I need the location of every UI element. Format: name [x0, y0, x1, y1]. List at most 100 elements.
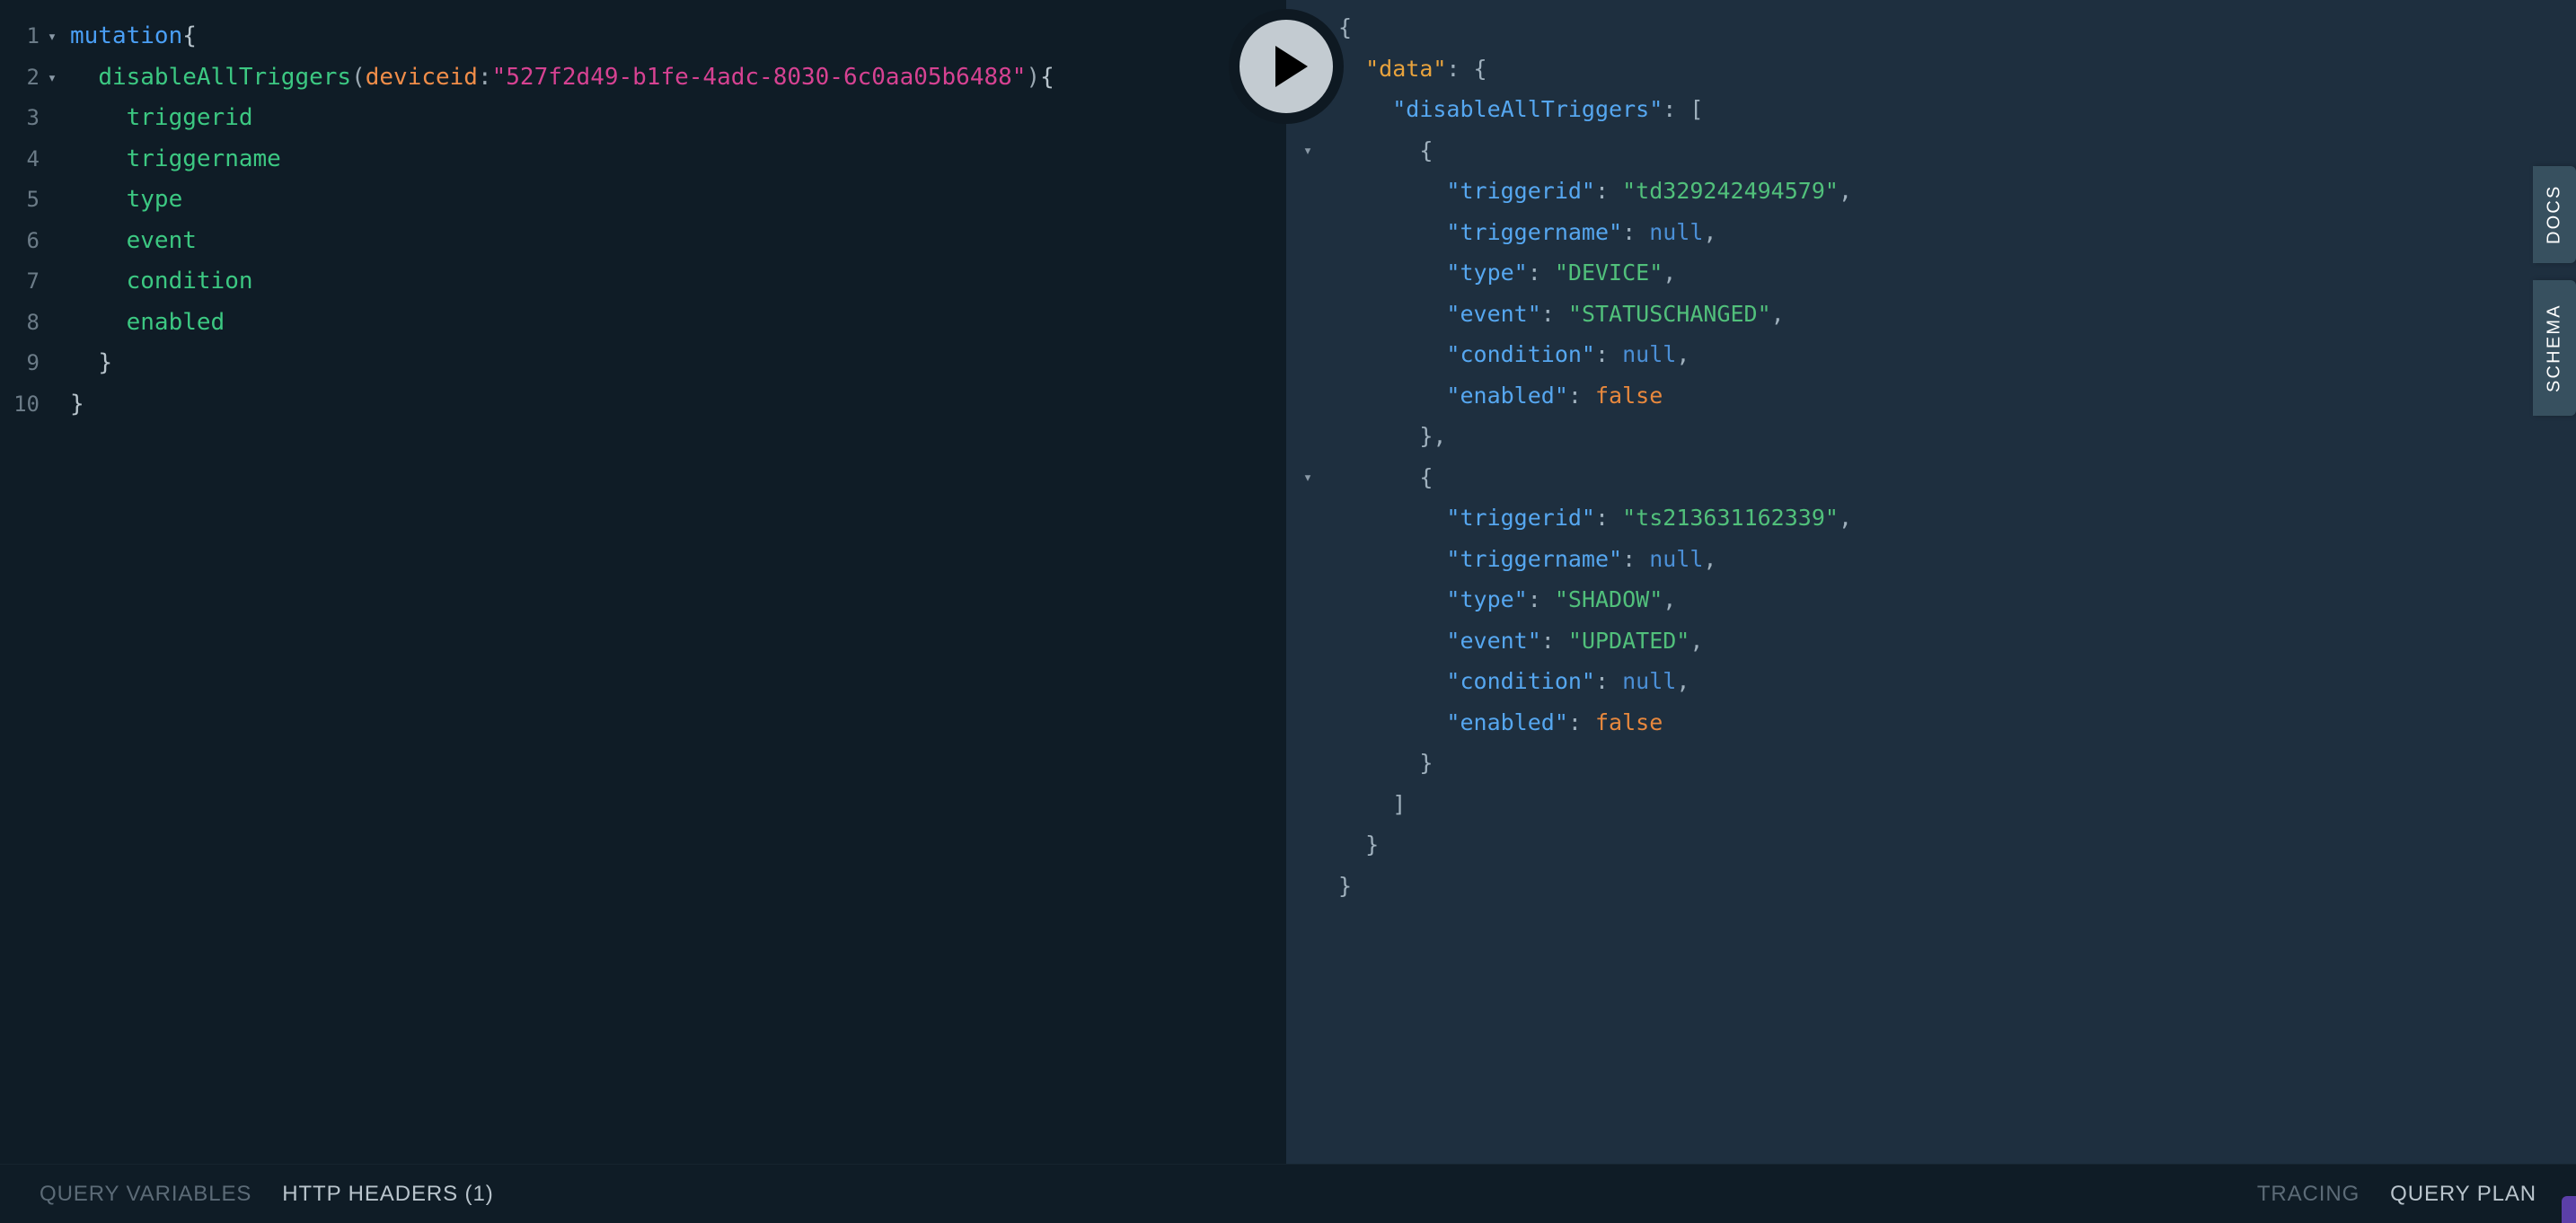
- fold-toggle-icon[interactable]: ▾: [1286, 130, 1329, 172]
- result-token: "triggerid": [1446, 178, 1595, 204]
- code-token: type: [126, 186, 183, 213]
- editor-line[interactable]: 8 enabled: [0, 303, 1286, 344]
- line-number: 8: [26, 309, 40, 335]
- result-token: [1338, 831, 1365, 858]
- result-token: [1338, 341, 1446, 367]
- editor-line[interactable]: 5 type: [0, 180, 1286, 221]
- result-line: }: [1286, 866, 2576, 907]
- result-token: ,: [1663, 260, 1677, 286]
- result-token: [1338, 137, 1419, 163]
- fold-toggle-icon[interactable]: ▾: [40, 16, 65, 58]
- result-token: ,: [1703, 218, 1717, 245]
- result-token: null: [1622, 668, 1677, 694]
- result-line-text: "event": "STATUSCHANGED",: [1329, 294, 1784, 335]
- result-line: "enabled": false: [1286, 702, 2576, 743]
- result-line: "enabled": false: [1286, 375, 2576, 417]
- tracing-tab[interactable]: TRACING: [2257, 1182, 2360, 1207]
- result-line-text: "enabled": false: [1329, 702, 1663, 743]
- result-token: :: [1527, 260, 1555, 286]
- result-token: "enabled": [1446, 708, 1568, 735]
- editor-line[interactable]: 4 triggername: [0, 139, 1286, 180]
- editor-line[interactable]: 3 triggerid: [0, 98, 1286, 139]
- result-line: "triggername": null,: [1286, 212, 2576, 253]
- result-token: "event": [1446, 300, 1541, 327]
- editor-line-text: type: [65, 180, 183, 221]
- line-number: 7: [26, 268, 40, 294]
- result-token: ,: [1838, 178, 1852, 204]
- result-line-text: "enabled": false: [1329, 375, 1663, 417]
- result-token: [1338, 586, 1446, 612]
- result-token: }: [1419, 750, 1434, 776]
- editor-line[interactable]: 7 condition: [0, 261, 1286, 303]
- result-token: "td329242494579": [1622, 178, 1839, 204]
- result-token: [1338, 423, 1419, 449]
- line-number: 6: [26, 227, 40, 253]
- result-line: ▾ {: [1286, 457, 2576, 498]
- result-viewer-pane[interactable]: ▾{▾ "data": {▾ "disableAllTriggers": [▾ …: [1286, 0, 2576, 1164]
- code-token: deviceid: [365, 63, 478, 91]
- editor-line-text: triggername: [65, 139, 281, 180]
- result-line: ▾{: [1286, 7, 2576, 48]
- editor-line[interactable]: 10}: [0, 384, 1286, 426]
- line-number: 4: [26, 145, 40, 172]
- result-token: ,: [1838, 505, 1852, 531]
- editor-line[interactable]: 6 event: [0, 221, 1286, 262]
- editor-line-text: }: [65, 384, 84, 426]
- query-editor-code[interactable]: 1 ▾ mutation{2 ▾ disableAllTriggers(devicei…: [0, 0, 1286, 425]
- code-token: triggername: [126, 145, 281, 172]
- code-token: }: [98, 349, 112, 376]
- result-line: "event": "STATUSCHANGED",: [1286, 294, 2576, 335]
- result-line-text: {: [1329, 130, 1433, 172]
- editor-line-text: }: [65, 343, 112, 384]
- code-token: condition: [126, 268, 253, 295]
- result-token: "data": [1365, 55, 1447, 82]
- result-token: ]: [1392, 790, 1407, 817]
- result-token: "condition": [1446, 341, 1595, 367]
- result-token: }: [1338, 872, 1353, 899]
- result-token: [1338, 546, 1446, 572]
- code-token: enabled: [126, 308, 225, 336]
- http-headers-tab[interactable]: HTTP HEADERS (1): [282, 1182, 493, 1207]
- result-token: }: [1365, 831, 1380, 858]
- result-token: :: [1540, 627, 1568, 654]
- result-token: "ts213631162339": [1622, 505, 1839, 531]
- schema-tab[interactable]: SCHEMA: [2533, 280, 2576, 416]
- query-plan-tab[interactable]: QUERY PLAN: [2390, 1182, 2536, 1207]
- result-token: "enabled": [1446, 382, 1568, 409]
- result-token: {: [1419, 463, 1434, 490]
- result-token: "STATUSCHANGED": [1567, 300, 1771, 327]
- result-token: null: [1649, 545, 1704, 572]
- query-editor-pane[interactable]: 1 ▾ mutation{2 ▾ disableAllTriggers(devicei…: [0, 0, 1286, 1164]
- editor-line[interactable]: 9 }: [0, 343, 1286, 384]
- fold-toggle-icon[interactable]: ▾: [40, 57, 65, 100]
- footer-bar: QUERY VARIABLES HTTP HEADERS (1) TRACING Q…: [0, 1164, 2576, 1223]
- result-token: "DEVICE": [1554, 260, 1663, 286]
- execute-query-button[interactable]: [1229, 9, 1344, 124]
- result-token: "type": [1446, 586, 1528, 612]
- code-token: }: [70, 390, 84, 418]
- result-line: "type": "SHADOW",: [1286, 579, 2576, 620]
- result-token: :: [1567, 382, 1595, 409]
- line-number: 9: [26, 350, 40, 375]
- result-token: null: [1649, 218, 1704, 245]
- result-token: :: [1595, 668, 1623, 694]
- editor-line[interactable]: 1 ▾ mutation{: [0, 16, 1286, 57]
- result-token: null: [1622, 341, 1677, 367]
- result-token: },: [1419, 423, 1447, 449]
- result-token: "triggername": [1446, 545, 1623, 572]
- editor-line-text: mutation{: [65, 16, 197, 57]
- editor-line-text: enabled: [65, 303, 225, 344]
- result-token: :: [1527, 586, 1555, 612]
- line-number: 10: [13, 391, 40, 417]
- result-line: "condition": null,: [1286, 334, 2576, 375]
- fold-toggle-icon[interactable]: ▾: [1286, 457, 1329, 499]
- result-token: "type": [1446, 260, 1528, 286]
- query-variables-tab[interactable]: QUERY VARIABLES: [40, 1182, 251, 1207]
- editor-line-text: triggerid: [65, 98, 253, 139]
- docs-tab[interactable]: DOCS: [2533, 166, 2576, 263]
- editor-line[interactable]: 2 ▾ disableAllTriggers(deviceid:"527f2d49…: [0, 57, 1286, 99]
